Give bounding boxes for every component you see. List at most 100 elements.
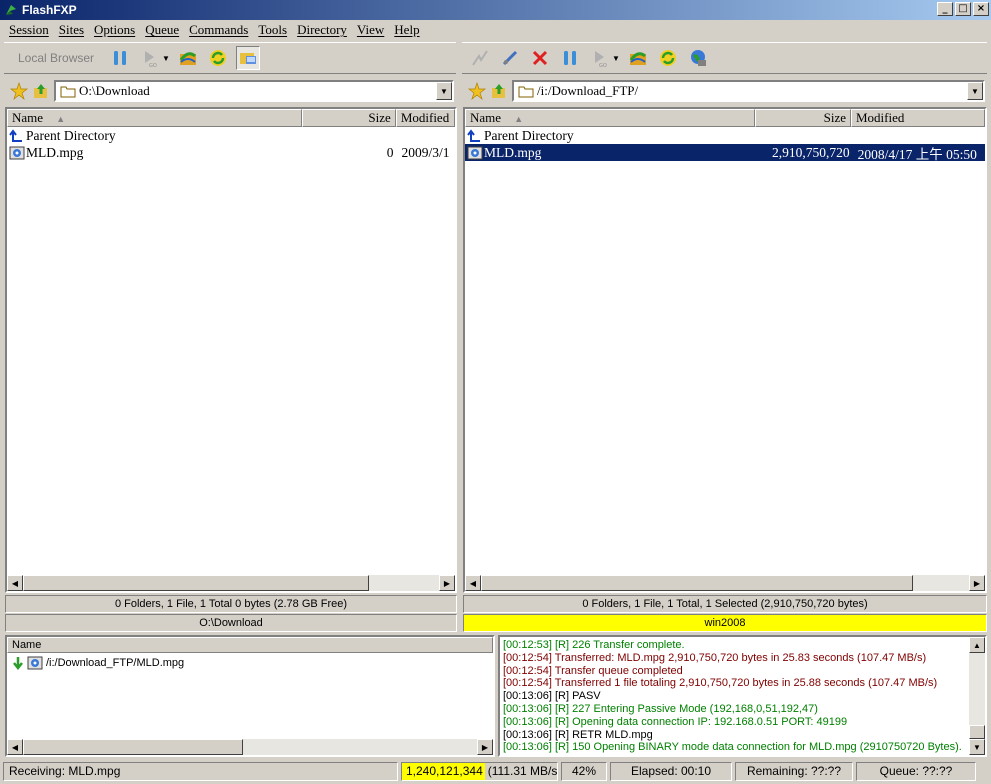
media-file-icon bbox=[9, 146, 25, 159]
transfer-go-button-right[interactable]: GO bbox=[588, 46, 612, 70]
session-log[interactable]: [00:12:53] [R] 226 Transfer complete. [00… bbox=[498, 635, 987, 757]
local-browser-button[interactable]: Local Browser bbox=[10, 51, 102, 65]
log-line: [00:13:06] [R] 150 Opening BINARY mode d… bbox=[503, 741, 962, 754]
elapsed-time: Elapsed: 00:10 bbox=[610, 761, 732, 781]
menu-directory[interactable]: Directory bbox=[292, 22, 352, 38]
column-size[interactable]: Size bbox=[755, 109, 851, 127]
pause-icon bbox=[564, 51, 576, 65]
transfer-dropdown-icon[interactable]: ▼ bbox=[612, 54, 620, 63]
svg-text:GO: GO bbox=[149, 63, 157, 68]
scroll-right-button[interactable]: ▶ bbox=[477, 739, 493, 755]
pause-button[interactable] bbox=[108, 46, 132, 70]
menu-view[interactable]: View bbox=[352, 22, 389, 38]
compare-button[interactable] bbox=[176, 46, 200, 70]
quick-connect-button[interactable] bbox=[498, 46, 522, 70]
compare-folders-icon bbox=[179, 52, 196, 65]
favorites-star-icon[interactable] bbox=[10, 82, 28, 100]
scroll-down-button[interactable]: ▼ bbox=[969, 739, 985, 755]
scroll-thumb[interactable] bbox=[23, 575, 369, 591]
scroll-thumb[interactable] bbox=[969, 725, 985, 739]
parent-folder-up-icon[interactable] bbox=[490, 82, 508, 100]
remote-file-list[interactable]: Name ▲ Size Modified Parent Directory ML… bbox=[463, 107, 987, 593]
pause-icon bbox=[114, 51, 127, 65]
parent-directory-icon bbox=[467, 128, 480, 142]
transfer-queue[interactable]: Name /i:/Download_FTP/MLD.mpg ◀ ▶ bbox=[5, 635, 495, 757]
list-item[interactable]: Parent Directory bbox=[7, 127, 455, 144]
scroll-left-button[interactable]: ◀ bbox=[465, 575, 481, 591]
globe-computer-icon bbox=[690, 50, 706, 66]
horizontal-scrollbar[interactable]: ◀ ▶ bbox=[465, 575, 985, 591]
column-name[interactable]: Name ▲ bbox=[7, 109, 303, 127]
menu-tools[interactable]: Tools bbox=[253, 22, 292, 38]
status-bar: Receiving: MLD.mpg 1,240,121,344 (111.31… bbox=[0, 760, 991, 782]
scroll-thumb[interactable] bbox=[23, 739, 243, 755]
horizontal-scrollbar[interactable]: ◀ ▶ bbox=[7, 575, 455, 591]
scroll-right-button[interactable]: ▶ bbox=[439, 575, 455, 591]
sort-ascending-icon: ▲ bbox=[514, 114, 524, 124]
queue-column-name[interactable]: Name bbox=[7, 637, 493, 653]
left-toolbar: Local Browser GO ▼ bbox=[4, 42, 456, 74]
scroll-left-button[interactable]: ◀ bbox=[7, 739, 23, 755]
scroll-right-button[interactable]: ▶ bbox=[969, 575, 985, 591]
transfer-dropdown-icon[interactable]: ▼ bbox=[162, 54, 170, 63]
list-item-selected[interactable]: MLD.mpg 2,910,750,720 2008/4/17 上午 05:50 bbox=[465, 144, 985, 162]
favorites-star-icon[interactable] bbox=[468, 82, 486, 100]
connect-button[interactable] bbox=[468, 46, 492, 70]
menu-queue[interactable]: Queue bbox=[140, 22, 184, 38]
scroll-up-button[interactable]: ▲ bbox=[969, 637, 985, 653]
right-path-dropdown-button[interactable]: ▼ bbox=[967, 82, 983, 100]
right-toolbar: GO ▼ bbox=[462, 42, 987, 74]
svg-text:GO: GO bbox=[599, 63, 607, 68]
horizontal-scrollbar[interactable]: ◀ ▶ bbox=[7, 739, 493, 755]
parent-folder-up-icon[interactable] bbox=[32, 82, 50, 100]
lightning-disabled-icon bbox=[472, 50, 488, 66]
site-manager-button[interactable] bbox=[686, 46, 710, 70]
parent-directory-icon bbox=[9, 128, 22, 142]
right-address-row: /i:/Download_FTP/ ▼ bbox=[462, 78, 987, 104]
vertical-scrollbar[interactable]: ▲ ▼ bbox=[969, 637, 985, 755]
column-name[interactable]: Name ▲ bbox=[465, 109, 755, 127]
queue-item[interactable]: /i:/Download_FTP/MLD.mpg bbox=[11, 655, 184, 671]
maximize-button[interactable]: □ bbox=[955, 2, 971, 16]
pause-button-right[interactable] bbox=[558, 46, 582, 70]
left-path-combobox[interactable]: O:\Download ▼ bbox=[54, 80, 454, 102]
list-item[interactable]: Parent Directory bbox=[465, 127, 985, 144]
scroll-left-button[interactable]: ◀ bbox=[7, 575, 23, 591]
left-location: O:\Download bbox=[5, 614, 457, 632]
log-line: [00:13:06] [R] PASV bbox=[503, 690, 601, 703]
disconnect-button[interactable] bbox=[528, 46, 552, 70]
refresh-icon bbox=[209, 50, 226, 66]
sort-ascending-icon: ▲ bbox=[56, 114, 66, 124]
refresh-button[interactable] bbox=[206, 46, 230, 70]
item-name: MLD.mpg bbox=[484, 144, 542, 160]
refresh-button-right[interactable] bbox=[656, 46, 680, 70]
download-arrow-icon bbox=[13, 657, 23, 670]
column-modified[interactable]: Modified bbox=[851, 109, 985, 127]
left-path-dropdown-button[interactable]: ▼ bbox=[436, 82, 452, 100]
menu-sites[interactable]: Sites bbox=[54, 22, 89, 38]
column-name-label: Name bbox=[12, 110, 44, 125]
menu-session[interactable]: Session bbox=[4, 22, 54, 38]
minimize-button[interactable]: _ bbox=[937, 2, 953, 16]
right-path-combobox[interactable]: /i:/Download_FTP/ ▼ bbox=[512, 80, 985, 102]
local-view-button[interactable] bbox=[235, 46, 260, 70]
file-list-header: Name ▲ Size Modified bbox=[465, 109, 985, 127]
close-button[interactable]: × bbox=[973, 2, 989, 16]
compare-button-right[interactable] bbox=[626, 46, 650, 70]
column-size[interactable]: Size bbox=[302, 109, 396, 127]
list-item[interactable]: MLD.mpg 0 2009/3/1 bbox=[7, 144, 455, 161]
media-file-icon bbox=[27, 656, 43, 670]
menu-options[interactable]: Options bbox=[89, 22, 140, 38]
file-list-header: Name ▲ Size Modified bbox=[7, 109, 455, 127]
left-path-text: O:\Download bbox=[79, 83, 150, 98]
column-modified[interactable]: Modified bbox=[395, 109, 455, 127]
menu-commands[interactable]: Commands bbox=[184, 22, 253, 38]
play-disabled-icon: GO bbox=[595, 51, 607, 68]
transfer-go-button[interactable]: GO bbox=[138, 46, 162, 70]
log-line: [00:12:54] Transferred: MLD.mpg 2,910,75… bbox=[503, 651, 927, 664]
local-file-list[interactable]: Name ▲ Size Modified Parent Directory ML… bbox=[5, 107, 457, 593]
transfer-speed: (111.31 MB/s) bbox=[487, 764, 558, 778]
percent-complete: 42% bbox=[561, 761, 607, 781]
scroll-thumb[interactable] bbox=[481, 575, 913, 591]
menu-help[interactable]: Help bbox=[389, 22, 424, 38]
